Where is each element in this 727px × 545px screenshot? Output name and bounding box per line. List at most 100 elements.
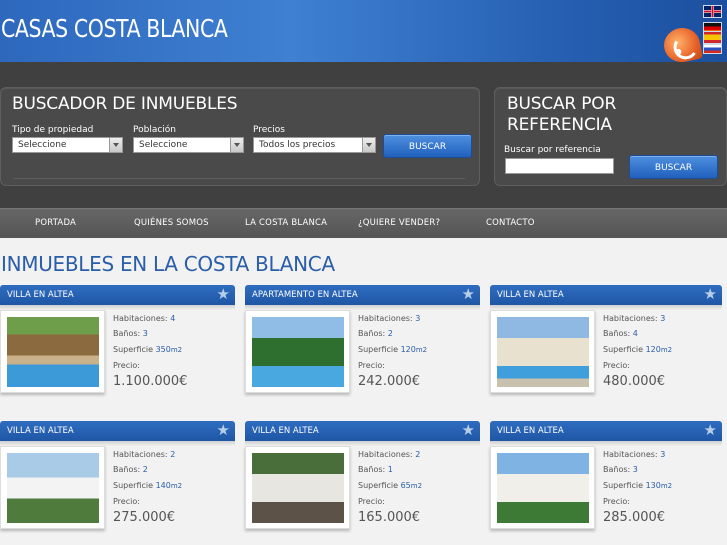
property-price: 165.000€ <box>358 510 421 525</box>
property-price: 242.000€ <box>358 374 421 389</box>
rooms-spec: Habitaciones: 2 <box>358 450 420 459</box>
property-photo <box>252 317 344 387</box>
site-logo[interactable]: CASAS COSTA BLANCA <box>1 14 228 43</box>
area-label: Superficie <box>113 345 154 354</box>
rooms-spec: Habitaciones: 3 <box>603 450 665 459</box>
property-photo <box>252 453 344 523</box>
area-unit: m2 <box>170 346 183 354</box>
area-unit: m2 <box>660 346 673 354</box>
property-title: VILLA EN ALTEA <box>497 290 564 300</box>
area-label: Superficie <box>603 345 644 354</box>
area-spec: Superficie 120m2 <box>603 345 672 354</box>
english-flag-icon[interactable] <box>703 5 722 18</box>
property-thumbnail[interactable] <box>490 310 595 393</box>
property-price: 480.000€ <box>603 374 666 389</box>
divider <box>13 178 465 179</box>
baths-label: Baños: <box>113 465 141 474</box>
rooms-value: 4 <box>170 314 176 323</box>
baths-value: 3 <box>142 329 148 338</box>
property-title: VILLA EN ALTEA <box>7 426 74 436</box>
rooms-spec: Habitaciones: 4 <box>113 314 175 323</box>
russian-flag-icon[interactable] <box>703 44 722 54</box>
baths-spec: Baños: 4 <box>603 329 638 338</box>
property-thumbnail[interactable] <box>0 310 105 393</box>
rooms-value: 2 <box>415 450 421 459</box>
area-spec: Superficie 130m2 <box>603 481 672 490</box>
town-label: Población <box>133 125 177 135</box>
price-label: Precio: <box>358 497 385 506</box>
area-unit: m2 <box>170 482 183 490</box>
property-thumbnail[interactable] <box>0 446 105 529</box>
area-value: 65 <box>400 481 411 490</box>
property-photo <box>497 317 589 387</box>
reference-label: Buscar por referencia <box>504 145 601 155</box>
property-card-header[interactable]: VILLA EN ALTEA ★ <box>0 285 235 310</box>
area-value: 120 <box>645 345 661 354</box>
area-spec: Superficie 65m2 <box>358 481 422 490</box>
baths-label: Baños: <box>358 465 386 474</box>
property-card-header[interactable]: APARTAMENTO EN ALTEA ★ <box>245 285 480 310</box>
rss-icon[interactable] <box>660 24 704 66</box>
spanish-flag-icon[interactable] <box>703 31 722 44</box>
baths-label: Baños: <box>113 329 141 338</box>
nav-costa-blanca[interactable]: LA COSTA BLANCA <box>245 218 327 228</box>
star-icon[interactable]: ★ <box>704 286 717 302</box>
price-label: Precios <box>253 125 285 135</box>
town-select[interactable]: Seleccione <box>133 137 244 153</box>
baths-value: 3 <box>632 465 638 474</box>
baths-spec: Baños: 1 <box>358 465 393 474</box>
area-spec: Superficie 120m2 <box>358 345 427 354</box>
property-card-header[interactable]: VILLA EN ALTEA ★ <box>0 421 235 446</box>
property-price: 1.100.000€ <box>113 374 188 389</box>
rooms-spec: Habitaciones: 3 <box>358 314 420 323</box>
nav-contacto[interactable]: CONTACTO <box>486 218 535 228</box>
rooms-spec: Habitaciones: 3 <box>603 314 665 323</box>
property-thumbnail[interactable] <box>490 446 595 529</box>
reference-search-button[interactable]: BUSCAR <box>629 155 718 179</box>
price-select[interactable]: Todos los precios <box>253 137 376 153</box>
price-label: Precio: <box>603 361 630 370</box>
page-title: INMUEBLES EN LA COSTA BLANCA <box>1 252 335 276</box>
search-button[interactable]: BUSCAR <box>383 134 472 158</box>
nav-quienes-somos[interactable]: QUIÉNES SOMOS <box>134 218 209 228</box>
area-label: Superficie <box>358 481 399 490</box>
star-icon[interactable]: ★ <box>462 422 475 438</box>
area-spec: Superficie 140m2 <box>113 481 182 490</box>
star-icon[interactable]: ★ <box>704 422 717 438</box>
rooms-label: Habitaciones: <box>113 314 168 323</box>
area-label: Superficie <box>358 345 399 354</box>
type-label: Tipo de propiedad <box>12 125 94 135</box>
nav-quiere-vender[interactable]: ¿QUIERE VENDER? <box>358 218 440 228</box>
star-icon[interactable]: ★ <box>217 286 230 302</box>
baths-value: 2 <box>387 329 393 338</box>
property-photo <box>7 453 99 523</box>
reference-search-panel: BUSCAR POR REFERENCIA Buscar por referen… <box>494 87 727 186</box>
property-title: VILLA EN ALTEA <box>252 426 319 436</box>
property-price: 285.000€ <box>603 510 666 525</box>
type-select[interactable]: Seleccione <box>12 137 123 153</box>
rooms-label: Habitaciones: <box>113 450 168 459</box>
property-title: VILLA EN ALTEA <box>497 426 564 436</box>
search-title: BUSCADOR DE INMUEBLES <box>12 94 238 114</box>
rooms-value: 3 <box>660 314 666 323</box>
rooms-value: 3 <box>415 314 421 323</box>
property-photo <box>7 317 99 387</box>
star-icon[interactable]: ★ <box>217 422 230 438</box>
property-thumbnail[interactable] <box>245 310 350 393</box>
nav-portada[interactable]: PORTADA <box>35 218 76 228</box>
property-thumbnail[interactable] <box>245 446 350 529</box>
star-icon[interactable]: ★ <box>462 286 475 302</box>
property-card-header[interactable]: VILLA EN ALTEA ★ <box>490 421 722 446</box>
chevron-down-icon <box>362 138 375 152</box>
baths-spec: Baños: 3 <box>603 465 638 474</box>
site-header: CASAS COSTA BLANCA <box>0 0 727 66</box>
reference-input[interactable] <box>505 158 614 174</box>
property-card-header[interactable]: VILLA EN ALTEA ★ <box>490 285 722 310</box>
baths-value: 2 <box>142 465 148 474</box>
property-card-header[interactable]: VILLA EN ALTEA ★ <box>245 421 480 446</box>
price-label: Precio: <box>113 361 140 370</box>
area-unit: m2 <box>415 346 428 354</box>
price-select-value: Todos los precios <box>259 140 336 150</box>
baths-spec: Baños: 2 <box>358 329 393 338</box>
rooms-label: Habitaciones: <box>603 314 658 323</box>
